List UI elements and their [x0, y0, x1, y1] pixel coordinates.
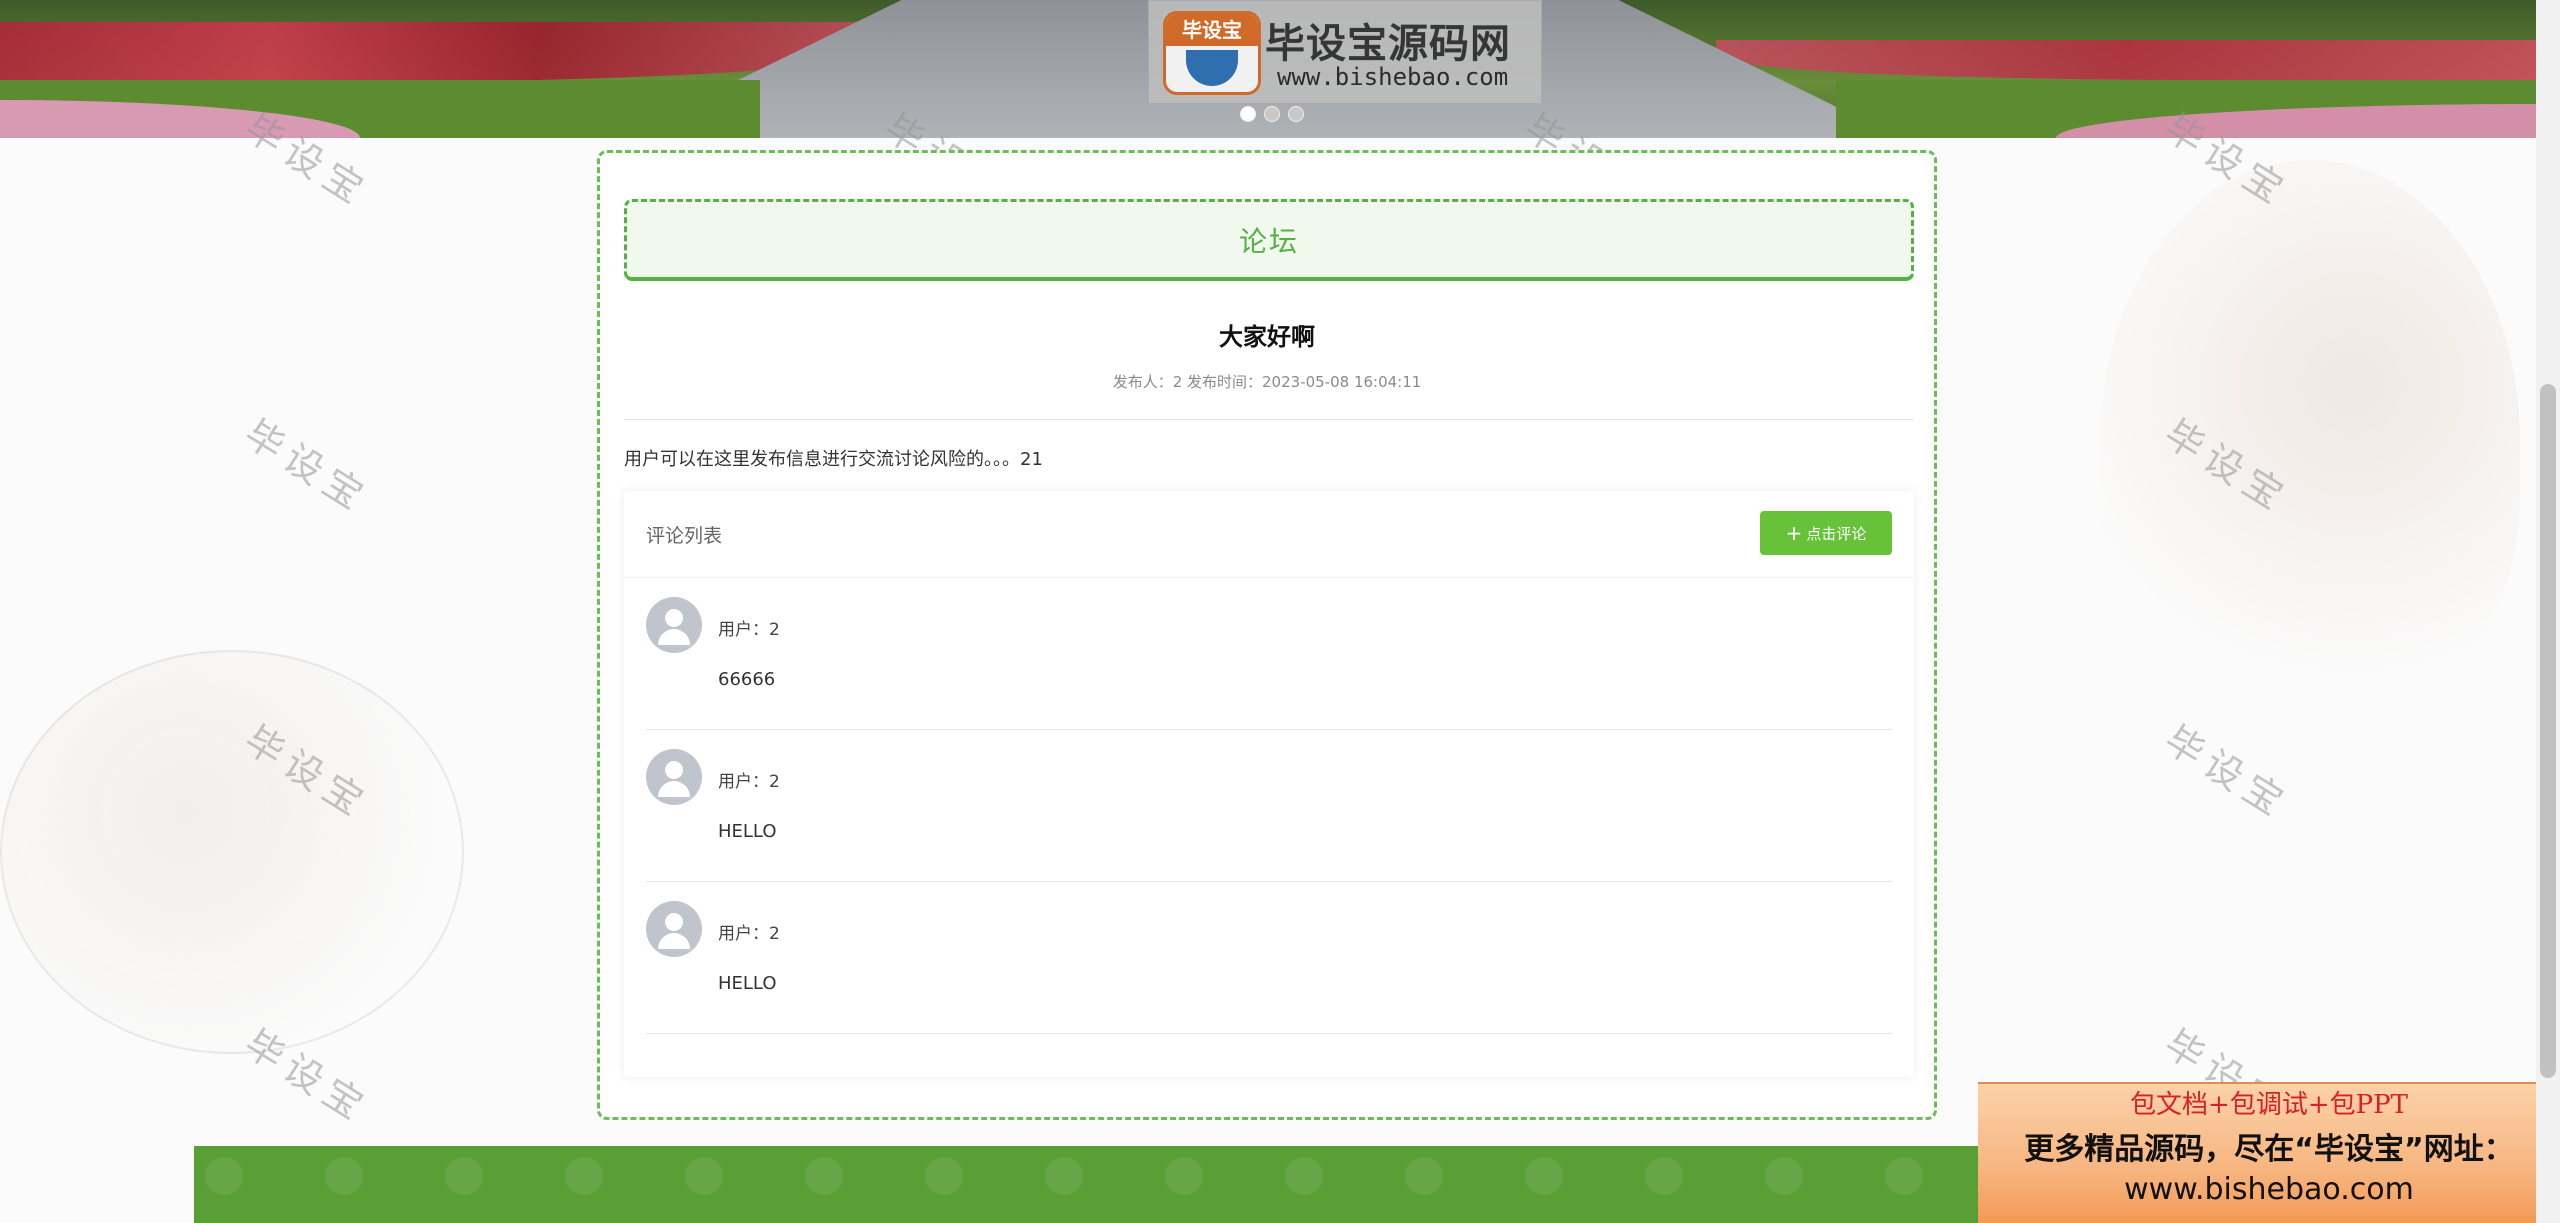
comment-user: 用户：2	[718, 772, 780, 792]
forum-detail-card: 论坛 大家好啊 发布人：2 发布时间：2023-05-08 16:04:11 用…	[597, 150, 1937, 1120]
carousel-dot-2[interactable]	[1264, 106, 1280, 122]
promo-tagline: 包文档+包调试+包PPT	[2130, 1090, 2408, 1120]
watermark-text: 毕设宝	[2156, 717, 2298, 828]
user-avatar-icon	[646, 749, 702, 805]
promo-url[interactable]: www.bishebao.com	[1978, 1172, 2560, 1207]
logo-url: www.bishebao.com	[1277, 63, 1509, 91]
scrollbar-thumb[interactable]	[2540, 384, 2556, 1078]
lotus-decoration-left	[0, 650, 464, 1054]
comment-user: 用户：2	[718, 620, 780, 640]
lotus-decoration-right	[2100, 160, 2520, 720]
comment-text: 66666	[718, 669, 776, 690]
logo-title: 毕设宝源码网	[1265, 21, 1511, 67]
plus-icon: +	[1785, 521, 1803, 545]
carousel-dot-3[interactable]	[1288, 106, 1304, 122]
promo-headline: 更多精品源码，尽在“毕设宝”网址：	[2024, 1132, 2514, 1167]
section-title: 论坛	[624, 199, 1914, 281]
carousel-indicators	[1240, 106, 1304, 122]
promo-banner[interactable]: 包文档+包调试+包PPT 更多精品源码，尽在“毕设宝”网址： www.bishe…	[1978, 1082, 2560, 1223]
comment-item: 用户：2 66666	[646, 577, 1892, 730]
logo-mark-icon: 毕设宝	[1163, 11, 1261, 95]
comment-text: HELLO	[718, 821, 777, 842]
comment-item: 用户：2 HELLO	[646, 729, 1892, 882]
hero-banner: 毕设宝 毕设宝源码网 www.bishebao.com	[0, 0, 2536, 138]
banner-flowerbed-right	[1716, 40, 2536, 80]
site-logo: 毕设宝 毕设宝源码网 www.bishebao.com	[1148, 0, 1542, 104]
watermark-text: 毕设宝	[236, 411, 378, 522]
comment-list-panel: 评论列表 + 点击评论 用户：2 66666 用户：2 HELLO 用户：2 H…	[624, 491, 1914, 1077]
comment-list-title: 评论列表	[646, 525, 723, 547]
logo-bowl-shape	[1186, 50, 1238, 86]
comment-list-header: 评论列表 + 点击评论	[624, 491, 1914, 578]
post-title: 大家好啊	[1219, 323, 1315, 351]
user-avatar-icon	[646, 597, 702, 653]
logo-badge-text: 毕设宝	[1166, 14, 1258, 46]
add-comment-button[interactable]: + 点击评论	[1760, 511, 1892, 555]
page-footer	[194, 1146, 1984, 1223]
comment-text: HELLO	[718, 973, 777, 994]
post-content: 用户可以在这里发布信息进行交流讨论风险的。。。21	[624, 449, 1043, 470]
carousel-dot-1[interactable]	[1240, 106, 1256, 122]
post-meta: 发布人：2 发布时间：2023-05-08 16:04:11	[1112, 373, 1422, 391]
user-avatar-icon	[646, 901, 702, 957]
divider	[624, 419, 1914, 420]
comment-user: 用户：2	[718, 924, 780, 944]
comment-item: 用户：2 HELLO	[646, 881, 1892, 1034]
add-comment-label: 点击评论	[1806, 524, 1867, 543]
